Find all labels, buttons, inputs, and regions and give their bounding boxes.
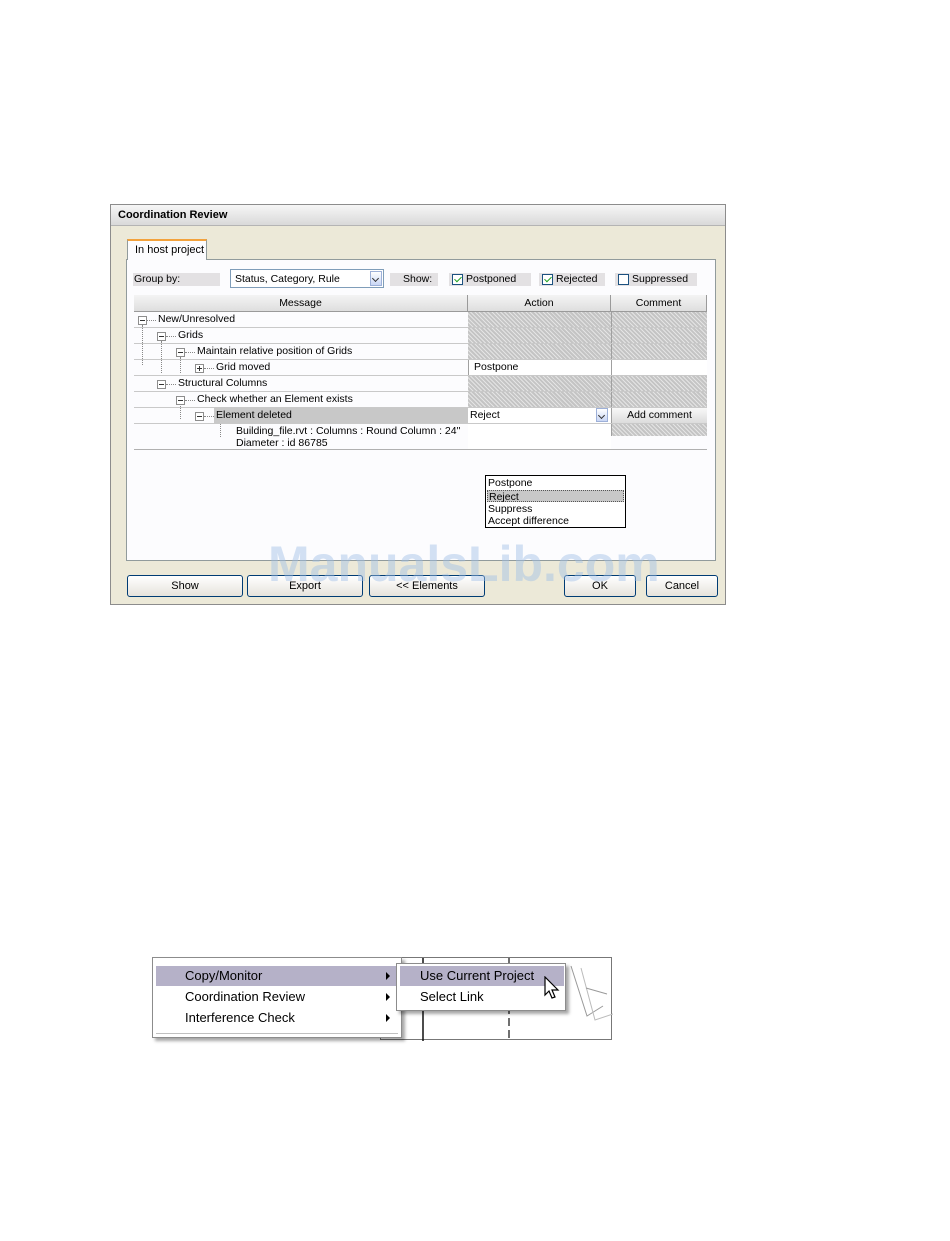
submenu-arrow-icon xyxy=(386,972,390,980)
show-label: Show: xyxy=(403,273,433,285)
suppressed-label: Suppressed xyxy=(632,273,689,285)
tree-connector xyxy=(185,352,195,353)
row-label: Check whether an Element exists xyxy=(197,393,353,405)
context-menu-area: Copy/Monitor Coordination Review Interfe… xyxy=(152,957,613,1041)
postponed-checkbox[interactable] xyxy=(452,274,463,285)
menu-item-interference-check[interactable]: Interference Check xyxy=(156,1008,398,1028)
detail-line-2: Diameter : id 86785 xyxy=(236,437,328,449)
tree-row[interactable]: Structural Columns xyxy=(134,376,707,392)
tab-in-host-project[interactable]: In host project xyxy=(127,239,207,260)
context-menu: Copy/Monitor Coordination Review Interfe… xyxy=(152,957,402,1038)
group-by-label: Group by: xyxy=(134,273,181,285)
postponed-option: Postponed xyxy=(449,273,531,286)
dialog-title: Coordination Review xyxy=(118,209,228,221)
row-label: New/Unresolved xyxy=(158,313,236,325)
comment-cell[interactable] xyxy=(611,360,707,375)
row-label: Element deleted xyxy=(216,409,292,421)
tree-row[interactable]: Maintain relative position of Grids xyxy=(134,344,707,360)
row-label: Grids xyxy=(178,329,204,341)
tree-connector xyxy=(185,400,195,401)
action-select[interactable]: Reject xyxy=(468,408,611,423)
menu-item-coordination-review[interactable]: Coordination Review xyxy=(156,987,398,1007)
tree-row[interactable]: Check whether an Element exists xyxy=(134,392,707,408)
row-label: Maintain relative position of Grids xyxy=(197,345,353,357)
title-bar[interactable]: Coordination Review xyxy=(111,205,725,226)
submenu: Use Current Project Select Link xyxy=(396,963,566,1011)
tree-connector xyxy=(204,368,214,369)
collapse-icon[interactable] xyxy=(176,396,185,405)
tree-connector xyxy=(166,336,176,337)
action-cell[interactable]: Postpone xyxy=(468,360,611,375)
collapse-icon[interactable] xyxy=(195,412,204,421)
action-value: Reject xyxy=(470,409,500,421)
action-cell xyxy=(468,376,611,391)
comment-cell xyxy=(611,328,707,343)
tree-connector xyxy=(147,320,156,321)
mouse-cursor-icon xyxy=(544,976,560,999)
show-button[interactable]: Show xyxy=(127,575,243,597)
submenu-item-select-link[interactable]: Select Link xyxy=(400,987,564,1007)
menu-item-copy-monitor[interactable]: Copy/Monitor xyxy=(156,966,398,986)
action-value: Postpone xyxy=(474,361,519,373)
action-cell xyxy=(468,344,611,359)
action-cell xyxy=(468,424,611,449)
suppressed-checkbox[interactable] xyxy=(618,274,629,285)
action-cell xyxy=(468,312,611,327)
row-label: Structural Columns xyxy=(178,377,268,389)
menu-item-label: Coordination Review xyxy=(185,989,305,1004)
action-cell xyxy=(468,328,611,343)
menu-item-label: Interference Check xyxy=(185,1010,295,1025)
option-suppress[interactable]: Suppress xyxy=(487,503,625,515)
comment-cell xyxy=(611,392,707,407)
tree-row-selected[interactable]: Element deleted Reject Add comment xyxy=(134,408,707,424)
column-header-action[interactable]: Action xyxy=(468,295,611,312)
collapse-icon[interactable] xyxy=(157,332,166,341)
submenu-arrow-icon xyxy=(386,993,390,1001)
tree-row[interactable]: New/Unresolved xyxy=(134,312,707,328)
chevron-down-icon[interactable] xyxy=(596,408,608,422)
comment-cell xyxy=(611,376,707,391)
tree-row[interactable]: Grids xyxy=(134,328,707,344)
column-header-message[interactable]: Message xyxy=(134,295,468,312)
tab-panel: Group by: Status, Category, Rule Show: P… xyxy=(126,259,716,561)
action-options-list: Postpone Reject Suppress Accept differen… xyxy=(485,475,626,528)
option-postpone[interactable]: Postpone xyxy=(487,477,625,489)
detail-line-1: Building_file.rvt : Columns : Round Colu… xyxy=(236,425,461,437)
tab-label: In host project xyxy=(135,244,205,256)
collapse-icon[interactable] xyxy=(157,380,166,389)
watermark: ManualsLib.com xyxy=(268,536,660,592)
expand-icon[interactable] xyxy=(195,364,204,373)
add-comment-button[interactable]: Add comment xyxy=(611,408,707,423)
tree-connector xyxy=(166,384,176,385)
option-accept-difference[interactable]: Accept difference xyxy=(487,515,625,527)
submenu-item-use-current-project[interactable]: Use Current Project xyxy=(400,966,564,986)
comment-cell xyxy=(611,312,707,327)
submenu-arrow-icon xyxy=(386,1014,390,1022)
rejected-checkbox[interactable] xyxy=(542,274,553,285)
suppressed-option: Suppressed xyxy=(615,273,697,286)
tree-connector xyxy=(204,416,214,417)
row-label: Grid moved xyxy=(216,361,271,373)
column-header-comment[interactable]: Comment xyxy=(611,295,707,312)
menu-item-label: Copy/Monitor xyxy=(185,968,263,983)
comment-cell xyxy=(611,424,707,436)
rejected-label: Rejected xyxy=(556,273,598,285)
postponed-label: Postponed xyxy=(466,273,517,285)
comment-cell xyxy=(611,344,707,359)
collapse-icon[interactable] xyxy=(138,316,147,325)
option-reject[interactable]: Reject xyxy=(487,490,624,503)
rejected-option: Rejected xyxy=(539,273,605,286)
menu-separator xyxy=(156,1033,398,1034)
group-by-select[interactable]: Status, Category, Rule xyxy=(230,269,384,288)
review-grid: Message Action Comment New/Unresolved Gr… xyxy=(134,295,707,456)
group-by-value: Status, Category, Rule xyxy=(235,273,340,285)
detail-row[interactable]: Building_file.rvt : Columns : Round Colu… xyxy=(134,424,707,450)
chevron-down-icon[interactable] xyxy=(370,271,382,286)
action-cell xyxy=(468,392,611,407)
tree-row[interactable]: Grid moved Postpone xyxy=(134,360,707,376)
collapse-icon[interactable] xyxy=(176,348,185,357)
